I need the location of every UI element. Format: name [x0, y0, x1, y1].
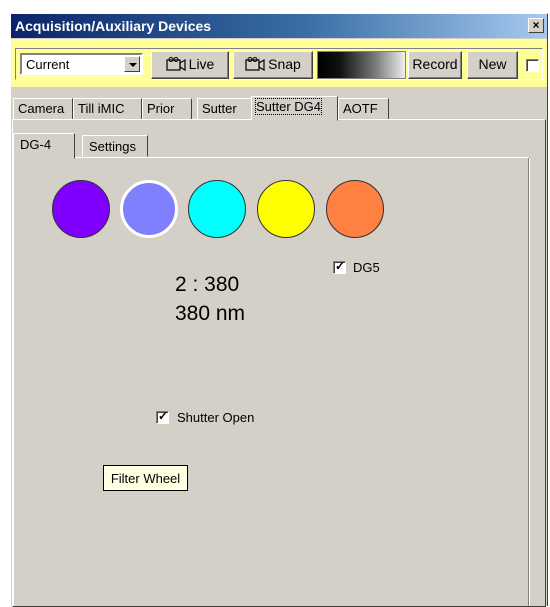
filter-position-3[interactable]: [188, 180, 246, 238]
shutter-open-checkbox[interactable]: ✓: [156, 409, 169, 424]
tab-label: Camera: [18, 101, 65, 116]
tab-label: Sutter: [202, 101, 237, 116]
check-icon: ✓: [335, 259, 346, 273]
dg4-subtab-strip: DG-4 Settings: [13, 133, 313, 159]
camera-icon: [245, 57, 265, 71]
tab-camera[interactable]: Camera: [13, 98, 73, 120]
new-label: New: [478, 56, 507, 72]
tab-label: DG-4: [20, 137, 52, 152]
filter-position-1[interactable]: [52, 180, 110, 238]
filter-position-5[interactable]: [326, 180, 384, 238]
filter-wheel-button[interactable]: Filter Wheel: [103, 465, 188, 491]
filter-position-readout: 2 : 380: [175, 273, 240, 296]
filter-wheel-label: Filter Wheel: [110, 471, 181, 486]
tab-dg-4[interactable]: DG-4: [13, 133, 75, 159]
tab-label: AOTF: [343, 101, 378, 116]
tab-label: Prior: [147, 101, 175, 116]
tab-aotf[interactable]: AOTF: [338, 98, 389, 120]
tab-till-imic[interactable]: Till iMIC: [73, 98, 142, 120]
dg5-checkbox[interactable]: ✓: [333, 259, 346, 274]
tab-sutter[interactable]: Sutter: [197, 98, 253, 120]
camera-icon: [166, 57, 186, 71]
tab-prior[interactable]: Prior: [142, 98, 192, 120]
snap-label: Snap: [268, 56, 301, 72]
close-icon: ×: [532, 18, 540, 32]
record-label: Record: [412, 56, 458, 72]
filter-position-2[interactable]: [120, 180, 178, 238]
toolbar: Current Live Snap Record New: [11, 39, 547, 87]
chevron-down-icon[interactable]: [124, 56, 140, 72]
tab-label: Sutter DG4: [254, 98, 323, 115]
window-title: Acquisition/Auxiliary Devices: [15, 18, 212, 34]
live-label: Live: [188, 56, 215, 72]
check-icon: ✓: [158, 409, 169, 423]
close-button[interactable]: ×: [528, 18, 544, 33]
intensity-gradient-bar: [317, 51, 406, 79]
panel-right-edge: [528, 158, 530, 606]
acquisition-setting-select[interactable]: Current: [20, 53, 143, 75]
acquisition-setting-value: Current: [26, 57, 70, 72]
live-button[interactable]: Live: [151, 51, 229, 79]
tab-label: Till iMIC: [78, 101, 125, 116]
snap-button[interactable]: Snap: [233, 51, 313, 79]
record-button[interactable]: Record: [408, 51, 462, 79]
tab-sutter-dg4[interactable]: Sutter DG4: [251, 96, 338, 121]
toolbar-option-checkbox[interactable]: [526, 59, 539, 72]
dg5-label: DG5: [353, 260, 380, 275]
shutter-open-label: Shutter Open: [177, 410, 255, 425]
filter-position-4[interactable]: [257, 180, 315, 238]
title-bar[interactable]: Acquisition/Auxiliary Devices ×: [11, 14, 547, 38]
device-tab-strip: Camera Till iMIC Prior Sutter Sutter DG4…: [11, 96, 547, 121]
new-button[interactable]: New: [467, 51, 518, 79]
tab-label: Settings: [89, 139, 136, 154]
wavelength-readout: 380 nm: [175, 302, 246, 325]
tab-settings[interactable]: Settings: [82, 135, 148, 157]
